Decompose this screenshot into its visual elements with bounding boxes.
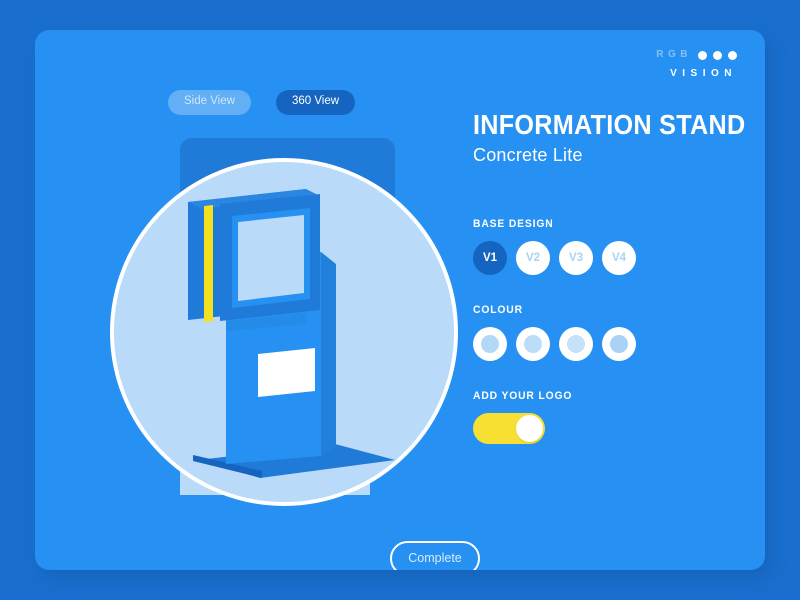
title-block: INFORMATION STAND Concrete Lite [473,109,746,166]
add-logo-section: ADD YOUR LOGO [473,390,738,445]
colour-options [473,327,738,362]
brand-name-vision: VISION [670,68,737,79]
base-design-option-v3[interactable]: V3 [559,241,593,276]
base-design-option-v1[interactable]: V1 [473,241,507,276]
base-design-section: BASE DESIGN V1 V2 V3 V4 [473,218,738,276]
colour-swatch-fill [524,335,542,354]
colour-option-1[interactable] [473,327,507,362]
brand-logo-top-row: RGB [656,48,737,62]
configurator-card: RGB VISION Side View 360 View INFORMATIO… [35,30,765,570]
base-design-option-v4[interactable]: V4 [602,241,636,276]
brand-name-rgb: RGB [656,49,692,60]
colour-option-3[interactable] [559,327,593,362]
page-title: INFORMATION STAND [473,109,746,140]
brand-dot-icon [728,50,737,60]
brand-dot-icon [713,50,722,60]
colour-option-2[interactable] [516,327,550,362]
complete-button[interactable]: Complete [390,541,480,570]
brand-dot-icon [698,50,707,60]
toggle-knob [516,415,543,443]
colour-label: COLOUR [473,304,523,317]
colour-option-4[interactable] [602,327,636,362]
base-design-label: BASE DESIGN [473,218,554,231]
brand-logo: RGB VISION [656,48,737,79]
add-logo-toggle[interactable] [473,413,545,445]
brand-dots [698,50,737,60]
colour-swatch-fill [567,335,585,354]
add-logo-label: ADD YOUR LOGO [473,390,573,403]
base-design-option-v2[interactable]: V2 [516,241,550,276]
colour-section: COLOUR [473,304,738,362]
colour-swatch-fill [610,335,628,354]
configuration-panel: INFORMATION STAND Concrete Lite BASE DES… [473,109,746,473]
product-illustration [40,105,460,525]
colour-swatch-fill [481,335,499,354]
page-subtitle: Concrete Lite [473,145,583,166]
kiosk-graphic [110,158,458,506]
base-design-options: V1 V2 V3 V4 [473,241,738,276]
